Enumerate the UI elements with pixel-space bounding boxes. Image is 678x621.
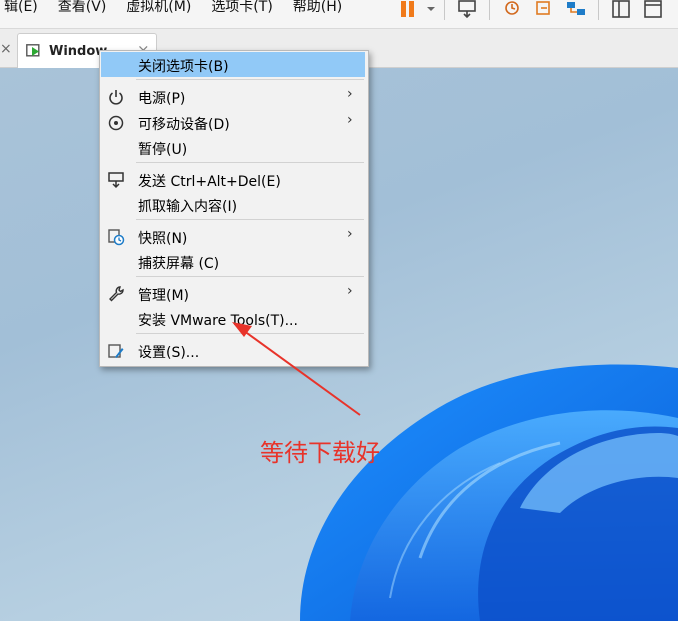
annotation-text: 等待下载好 [260, 439, 380, 467]
annotation-arrow [232, 322, 361, 416]
